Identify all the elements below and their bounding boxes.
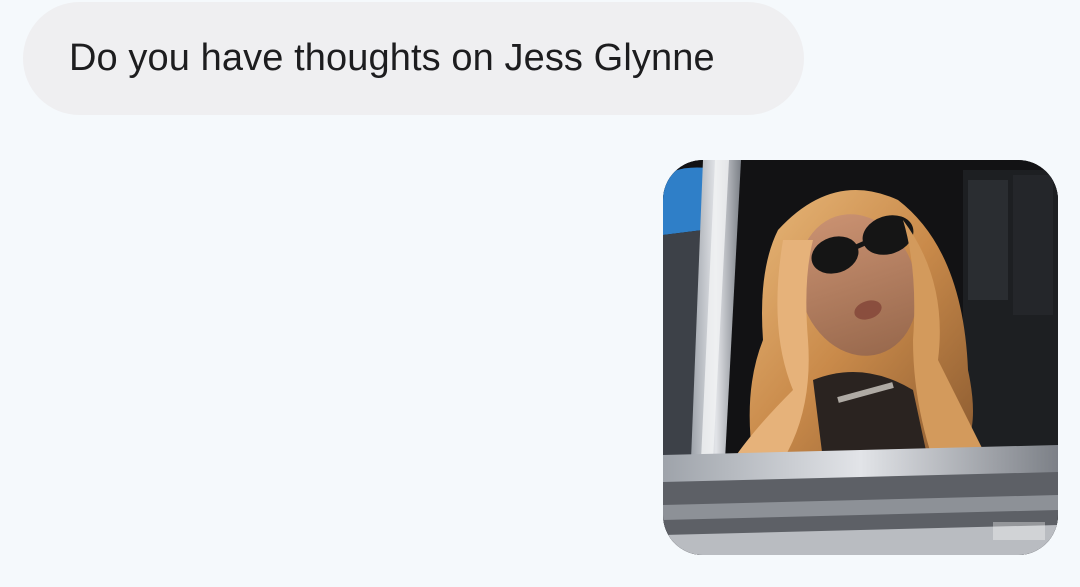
incoming-message-text: Do you have thoughts on Jess Glynne [69,37,715,79]
outgoing-gif-message[interactable] [663,160,1058,555]
incoming-message-bubble[interactable]: Do you have thoughts on Jess Glynne [23,2,804,115]
conversation-thread: Do you have thoughts on Jess Glynne [0,0,1080,587]
gif-image [663,160,1058,555]
